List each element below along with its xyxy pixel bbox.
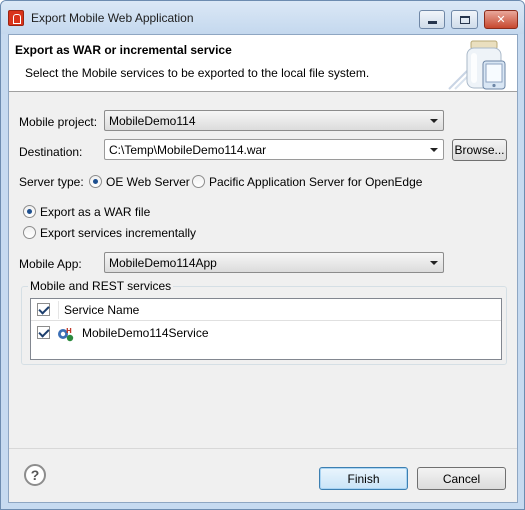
chevron-down-icon <box>430 119 438 123</box>
destination-label: Destination: <box>19 145 83 159</box>
mobile-project-label: Mobile project: <box>19 115 98 129</box>
maximize-icon <box>459 15 470 24</box>
server-type-label: Server type: <box>19 175 84 189</box>
pacific-server-label[interactable]: Pacific Application Server for OpenEdge <box>209 175 422 189</box>
finish-button[interactable]: Finish <box>319 467 408 490</box>
minimize-button[interactable] <box>419 10 445 29</box>
service-row-name: MobileDemo114Service <box>82 326 209 340</box>
oe-web-server-radio[interactable] <box>89 175 102 188</box>
destination-value[interactable]: C:\Temp\MobileDemo114.war <box>109 143 266 157</box>
minimize-icon <box>427 21 437 24</box>
cancel-button[interactable]: Cancel <box>417 467 506 490</box>
select-all-checkbox[interactable] <box>37 303 50 316</box>
mobile-app-label: Mobile App: <box>19 257 82 271</box>
dialog-window: Export Mobile Web Application ✕ Export a… <box>0 0 525 510</box>
mobile-app-value: MobileDemo114App <box>109 255 217 270</box>
mobile-jar-icon <box>448 40 506 90</box>
rest-service-icon: H <box>58 327 74 342</box>
wizard-banner: Export as WAR or incremental service Sel… <box>9 35 517 92</box>
table-row[interactable]: MobileDemo114Service <box>31 322 501 344</box>
banner-title: Export as WAR or incremental service <box>15 43 232 57</box>
column-divider <box>58 301 59 319</box>
help-icon[interactable]: ? <box>24 464 46 486</box>
table-header: Service Name <box>31 299 501 321</box>
svg-text:H: H <box>66 327 72 335</box>
export-war-label[interactable]: Export as a WAR file <box>40 205 150 219</box>
column-header-service-name[interactable]: Service Name <box>64 303 139 317</box>
export-war-radio[interactable] <box>23 205 36 218</box>
export-incremental-radio[interactable] <box>23 226 36 239</box>
close-button[interactable]: ✕ <box>484 10 518 29</box>
pacific-server-radio[interactable] <box>192 175 205 188</box>
destination-combo[interactable]: C:\Temp\MobileDemo114.war <box>104 139 444 160</box>
mobile-project-dropdown[interactable]: MobileDemo114 <box>104 110 444 131</box>
title-bar[interactable]: Export Mobile Web Application ✕ <box>1 1 524 34</box>
close-icon: ✕ <box>496 14 506 26</box>
browse-button[interactable]: Browse... <box>452 139 507 161</box>
services-group-title: Mobile and REST services <box>28 279 174 293</box>
dialog-client-area: Export as WAR or incremental service Sel… <box>8 34 518 503</box>
services-table[interactable]: Service Name MobileDemo114Service <box>30 298 502 360</box>
window-title: Export Mobile Web Application <box>31 11 194 25</box>
chevron-down-icon <box>430 261 438 265</box>
mobile-app-dropdown[interactable]: MobileDemo114App <box>104 252 444 273</box>
banner-description: Select the Mobile services to be exporte… <box>25 66 370 80</box>
export-incremental-label[interactable]: Export services incrementally <box>40 226 196 240</box>
service-row-checkbox[interactable] <box>37 326 50 339</box>
app-icon <box>8 10 24 26</box>
maximize-button[interactable] <box>451 10 478 29</box>
mobile-project-value: MobileDemo114 <box>109 113 196 128</box>
chevron-down-icon <box>430 148 438 152</box>
oe-web-server-label[interactable]: OE Web Server <box>106 175 190 189</box>
footer-separator <box>9 448 517 449</box>
